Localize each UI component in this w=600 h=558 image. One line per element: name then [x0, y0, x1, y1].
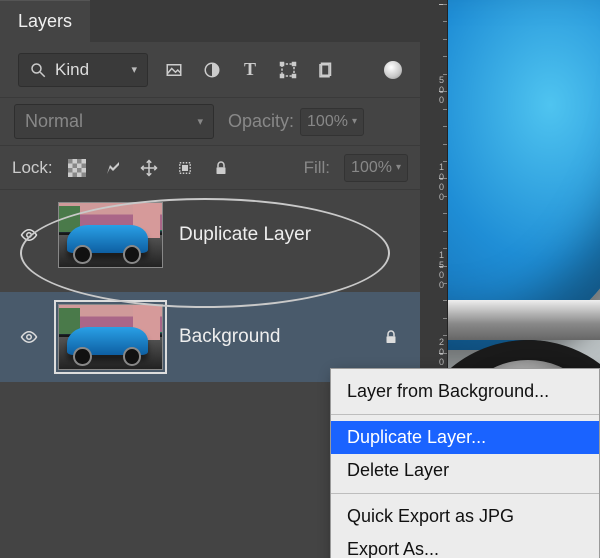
lock-transparency-icon[interactable]: [67, 158, 87, 178]
ruler-minor-tick: [443, 266, 447, 267]
ruler-minor-tick: [443, 248, 447, 249]
ruler-minor-tick: [443, 213, 447, 214]
ruler-minor-tick: [443, 353, 447, 354]
ruler-minor-tick: [443, 39, 447, 40]
menu-separator: [331, 414, 599, 415]
layer-name[interactable]: Duplicate Layer: [179, 224, 311, 246]
ruler-minor-tick: [443, 231, 447, 232]
ruler-minor-tick: [443, 21, 447, 22]
menu-item[interactable]: Delete Layer: [331, 454, 599, 487]
ruler-tick-label: 1000: [424, 162, 444, 202]
car-body: [448, 0, 600, 350]
chevron-down-icon: ▾: [396, 162, 401, 173]
ruler-minor-tick: [443, 335, 447, 336]
car-trim: [448, 300, 600, 340]
layer-filter-row: Kind ▾ T: [0, 42, 420, 98]
search-icon: [29, 61, 47, 79]
type-icon[interactable]: T: [240, 60, 260, 80]
eye-icon: [20, 226, 38, 244]
menu-item[interactable]: Quick Export as JPG: [331, 500, 599, 533]
layers-list: Duplicate Layer Background: [0, 190, 420, 382]
ruler-minor-tick: [443, 300, 447, 301]
ruler-minor-tick: [443, 56, 447, 57]
ruler-minor-tick: [443, 196, 447, 197]
shape-icon[interactable]: [278, 60, 298, 80]
menu-item[interactable]: Duplicate Layer...: [331, 421, 599, 454]
menu-separator: [331, 493, 599, 494]
filter-kind-dropdown[interactable]: Kind ▾: [18, 53, 148, 87]
fill-label: Fill:: [304, 158, 330, 178]
lock-position-icon[interactable]: [139, 158, 159, 178]
lock-all-icon[interactable]: [211, 158, 231, 178]
eye-icon: [20, 328, 38, 346]
blend-mode-dropdown[interactable]: Normal ▾: [14, 104, 214, 139]
fill-value-box[interactable]: 100% ▾: [344, 154, 408, 182]
blend-mode-value: Normal: [25, 111, 83, 132]
ruler-minor-tick: [443, 283, 447, 284]
lock-fill-row: Lock: Fill: 100% ▾: [0, 146, 420, 190]
layer-thumbnail[interactable]: [58, 202, 163, 268]
fill-value: 100%: [351, 159, 392, 177]
visibility-toggle[interactable]: [16, 226, 42, 244]
ruler-tick-label: 1500: [424, 250, 444, 290]
chevron-down-icon: ▾: [131, 63, 137, 76]
ruler-minor-tick: [443, 144, 447, 145]
lock-pixels-icon[interactable]: [103, 158, 123, 178]
image-icon[interactable]: [164, 60, 184, 80]
ruler-tick-label: 500: [424, 75, 444, 105]
chevron-down-icon: ▾: [197, 115, 203, 128]
filter-kind-label: Kind: [55, 60, 89, 80]
blend-opacity-row: Normal ▾ Opacity: 100% ▾: [0, 98, 420, 146]
layer-thumbnail[interactable]: [58, 304, 163, 370]
ruler-minor-tick: [443, 109, 447, 110]
tab-layers[interactable]: Layers: [0, 0, 90, 42]
lock-icon[interactable]: [382, 328, 400, 346]
menu-item[interactable]: Layer from Background...: [331, 375, 599, 408]
chevron-down-icon: ▾: [352, 116, 357, 127]
adjustment-icon[interactable]: [202, 60, 222, 80]
layer-context-menu: Layer from Background... Duplicate Layer.…: [330, 368, 600, 558]
ruler-minor-tick: [443, 318, 447, 319]
ruler-minor-tick: [443, 126, 447, 127]
ruler-minor-tick: [443, 161, 447, 162]
lock-artboard-icon[interactable]: [175, 158, 195, 178]
layer-row[interactable]: Duplicate Layer: [0, 190, 420, 280]
filter-type-icons: T: [164, 60, 336, 80]
smartobject-icon[interactable]: [316, 60, 336, 80]
ruler-minor-tick: [443, 4, 447, 5]
opacity-value: 100%: [307, 113, 348, 131]
lock-label: Lock:: [12, 158, 53, 178]
menu-item[interactable]: Export As...: [331, 533, 599, 558]
ruler-minor-tick: [443, 91, 447, 92]
lock-icon-group: [67, 158, 231, 178]
visibility-toggle[interactable]: [16, 328, 42, 346]
ruler-minor-tick: [443, 178, 447, 179]
filter-toggle[interactable]: [384, 61, 402, 79]
layer-name[interactable]: Background: [179, 326, 280, 348]
ruler-minor-tick: [443, 74, 447, 75]
opacity-label: Opacity:: [228, 111, 294, 132]
opacity-value-box[interactable]: 100% ▾: [300, 108, 364, 136]
panel-tab-bar: Layers: [0, 0, 420, 42]
